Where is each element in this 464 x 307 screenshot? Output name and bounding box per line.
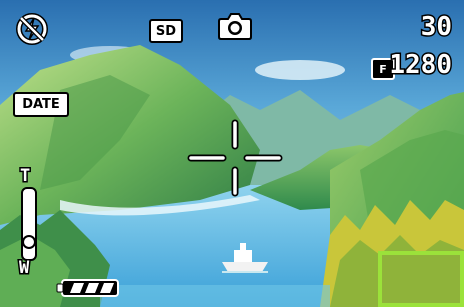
camera-still-icon [218,13,252,40]
battery-icon [56,279,119,297]
shots-remaining: 30 [419,12,453,42]
storage-sd-indicator: SD [149,19,183,43]
date-label: DATE [22,97,60,112]
date-imprint-indicator: DATE [13,92,69,117]
af-frame [378,251,464,307]
flash-off-icon [16,13,48,45]
zoom-bar [21,187,37,261]
image-size: 1280 [388,50,454,80]
zoom-wide-label: W [17,258,30,278]
storage-label: SD [155,23,177,39]
focus-crosshair-icon [187,119,283,197]
zoom-indicator [22,234,36,249]
image-quality-label: F [379,62,387,76]
camera-lcd-screen: SD 30 F 1280 DATE T W [0,0,464,307]
zoom-tele-label: T [18,166,31,186]
